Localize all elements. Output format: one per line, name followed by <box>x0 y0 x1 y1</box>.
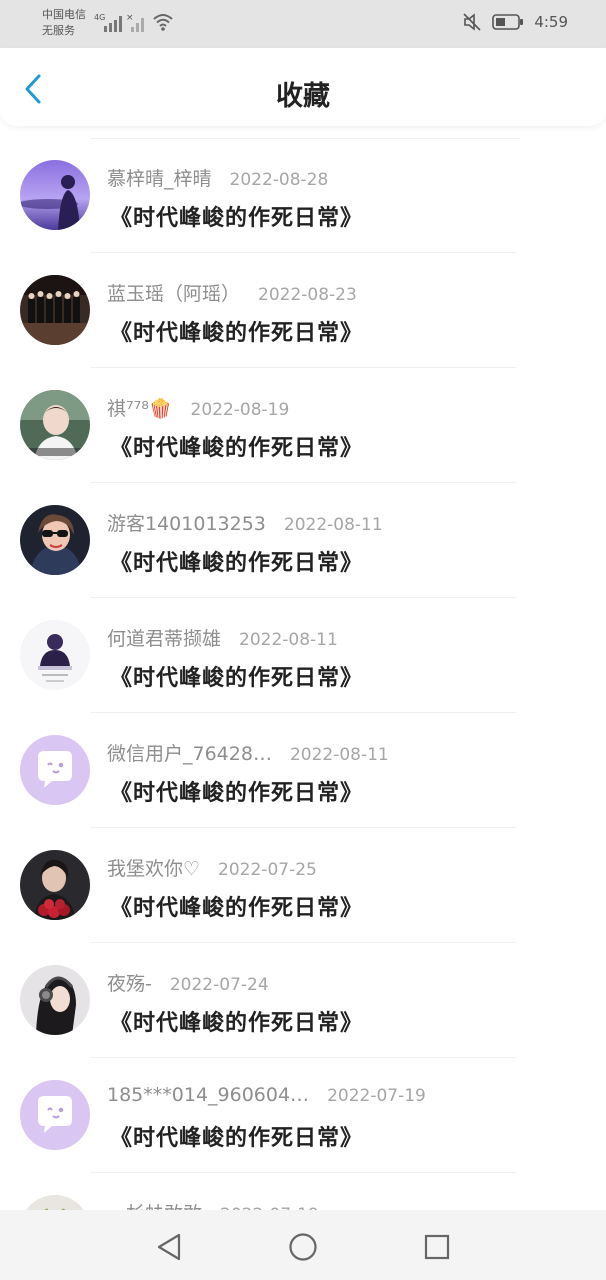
username[interactable]: 祺⁷⁷⁸🍿 <box>107 394 173 421</box>
favorite-date: 2022-08-19 <box>190 400 290 420</box>
avatar[interactable] <box>20 390 90 460</box>
avatar[interactable] <box>20 965 90 1035</box>
username[interactable]: 我堡欢你♡ <box>107 854 200 881</box>
carrier-name: 中国电信 <box>42 8 86 21</box>
username[interactable]: 慕梓晴_梓晴 <box>107 164 212 191</box>
list-item[interactable]: 我堡欢你♡ 2022-07-25 《时代峰峻的作死日常》 <box>0 828 606 943</box>
list-item[interactable]: 185***014_960604… 2022-07-19 《时代峰峻的作死日常》 <box>0 1058 606 1173</box>
work-title[interactable]: 《时代峰峻的作死日常》 <box>110 1120 363 1152</box>
username[interactable]: 游客1401013253 <box>107 509 266 536</box>
favorite-date: 2022-08-23 <box>258 285 357 305</box>
favorite-date: 2022-08-28 <box>229 170 329 190</box>
list-item[interactable]: 微信用户_76428… 2022-08-11 《时代峰峻的作死日常》 <box>0 713 606 828</box>
app-header: 收藏 <box>0 48 606 126</box>
work-title[interactable]: 《时代峰峻的作死日常》 <box>110 545 363 577</box>
avatar[interactable] <box>20 1080 90 1150</box>
username[interactable]: 何道君蒂撷雄 <box>107 624 221 651</box>
list-item[interactable]: 慕梓晴_梓晴 2022-08-28 《时代峰峻的作死日常》 <box>0 138 606 253</box>
battery-icon <box>492 14 524 30</box>
avatar[interactable] <box>20 620 90 690</box>
list-item[interactable]: 何道君蒂撷雄 2022-08-11 《时代峰峻的作死日常》 <box>0 598 606 713</box>
default-avatar-icon <box>20 735 90 805</box>
favorite-date: 2022-08-11 <box>283 515 383 535</box>
mute-icon <box>463 13 481 31</box>
favorite-date: 2022-08-11 <box>239 630 338 650</box>
circle-home-icon <box>289 1233 317 1261</box>
square-recent-icon <box>424 1234 450 1260</box>
network-type: 4G <box>94 13 105 22</box>
avatar[interactable] <box>20 160 90 230</box>
wifi-icon <box>153 14 173 31</box>
work-title[interactable]: 《时代峰峻的作死日常》 <box>110 315 363 347</box>
favorite-date: 2022-07-19 <box>327 1086 426 1106</box>
work-title[interactable]: 《时代峰峻的作死日常》 <box>110 1005 363 1037</box>
avatar[interactable] <box>20 850 90 920</box>
svg-text:×: × <box>126 13 134 23</box>
clock: 4:59 <box>534 13 568 31</box>
list-item[interactable]: 游客1401013253 2022-08-11 《时代峰峻的作死日常》 <box>0 483 606 598</box>
username[interactable]: 蓝玉瑶（阿瑶） <box>107 279 240 306</box>
favorite-date: 2022-07-24 <box>169 975 269 995</box>
work-title[interactable]: 《时代峰峻的作死日常》 <box>110 660 363 692</box>
work-title[interactable]: 《时代峰峻的作死日常》 <box>110 890 363 922</box>
username[interactable]: 微信用户_76428… <box>107 739 272 766</box>
triangle-back-icon <box>157 1233 181 1261</box>
favorites-list[interactable]: 慕梓晴_梓晴 2022-08-28 《时代峰峻的作死日常》 蓝玉瑶（阿瑶） 20… <box>0 138 606 1210</box>
list-item[interactable]: 祺⁷⁷⁸🍿 2022-08-19 《时代峰峻的作死日常》 <box>0 368 606 483</box>
work-title[interactable]: 《时代峰峻的作死日常》 <box>110 775 363 807</box>
status-bar: 中国电信 无服务 4G × 4:59 <box>0 0 606 48</box>
nav-back-button[interactable] <box>152 1230 186 1264</box>
favorite-date: 2022-07-25 <box>218 860 317 880</box>
system-nav-bar <box>0 1210 606 1280</box>
nav-home-button[interactable] <box>286 1230 320 1264</box>
list-item[interactable]: 一杉蚨敢敢 2022-07-19 <box>0 1173 606 1210</box>
signal-no-sim-icon: × <box>126 13 144 32</box>
avatar[interactable] <box>20 505 90 575</box>
username[interactable]: 夜殇- <box>107 969 152 996</box>
list-item[interactable]: 蓝玉瑶（阿瑶） 2022-08-23 《时代峰峻的作死日常》 <box>0 253 606 368</box>
favorite-date: 2022-08-11 <box>289 745 389 765</box>
default-avatar-icon <box>20 1080 90 1150</box>
carrier-info: 中国电信 无服务 <box>42 7 86 39</box>
username[interactable]: 185***014_960604… <box>107 1084 309 1106</box>
username[interactable]: 一杉蚨敢敢 <box>107 1199 202 1210</box>
list-item[interactable]: 夜殇- 2022-07-24 《时代峰峻的作死日常》 <box>0 943 606 1058</box>
signal-4g-icon: 4G <box>94 13 122 32</box>
avatar[interactable] <box>20 275 90 345</box>
avatar[interactable] <box>20 735 90 805</box>
nav-recent-button[interactable] <box>420 1230 454 1264</box>
carrier-status: 无服务 <box>42 24 75 37</box>
avatar[interactable] <box>20 1195 90 1210</box>
work-title[interactable]: 《时代峰峻的作死日常》 <box>110 430 363 462</box>
work-title[interactable]: 《时代峰峻的作死日常》 <box>110 200 363 232</box>
page-title: 收藏 <box>276 81 330 112</box>
